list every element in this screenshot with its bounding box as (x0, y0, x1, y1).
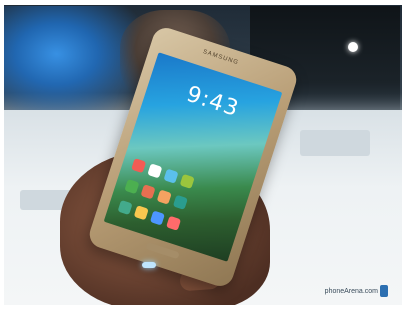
display-unit-right (300, 130, 370, 156)
app-icon (147, 163, 163, 179)
browser-app-icon (166, 215, 182, 231)
app-icon (124, 178, 140, 195)
watermark: phoneArena.com (325, 285, 388, 297)
app-icon (131, 158, 147, 174)
app-icon (172, 194, 188, 210)
watermark-text: phoneArena.com (324, 287, 378, 295)
app-icon (156, 189, 172, 205)
border-left (0, 0, 4, 309)
phone-brand-label: SAMSUNG (202, 49, 240, 67)
app-icon (179, 173, 195, 189)
s-pen-led (142, 262, 156, 268)
app-icon (140, 184, 156, 200)
border-top (0, 0, 406, 5)
app-icon (163, 168, 179, 184)
phone-clock: 9:43 (183, 81, 242, 123)
phone-logo-icon (380, 285, 388, 297)
border-bottom (0, 305, 406, 309)
photo-frame: SAMSUNG 9:43 phoneArena.com (0, 0, 406, 309)
contacts-app-icon (133, 205, 149, 221)
phone-app-icon (117, 199, 133, 216)
background-light-dot (348, 42, 358, 52)
border-right (402, 0, 406, 309)
messages-app-icon (149, 210, 165, 226)
